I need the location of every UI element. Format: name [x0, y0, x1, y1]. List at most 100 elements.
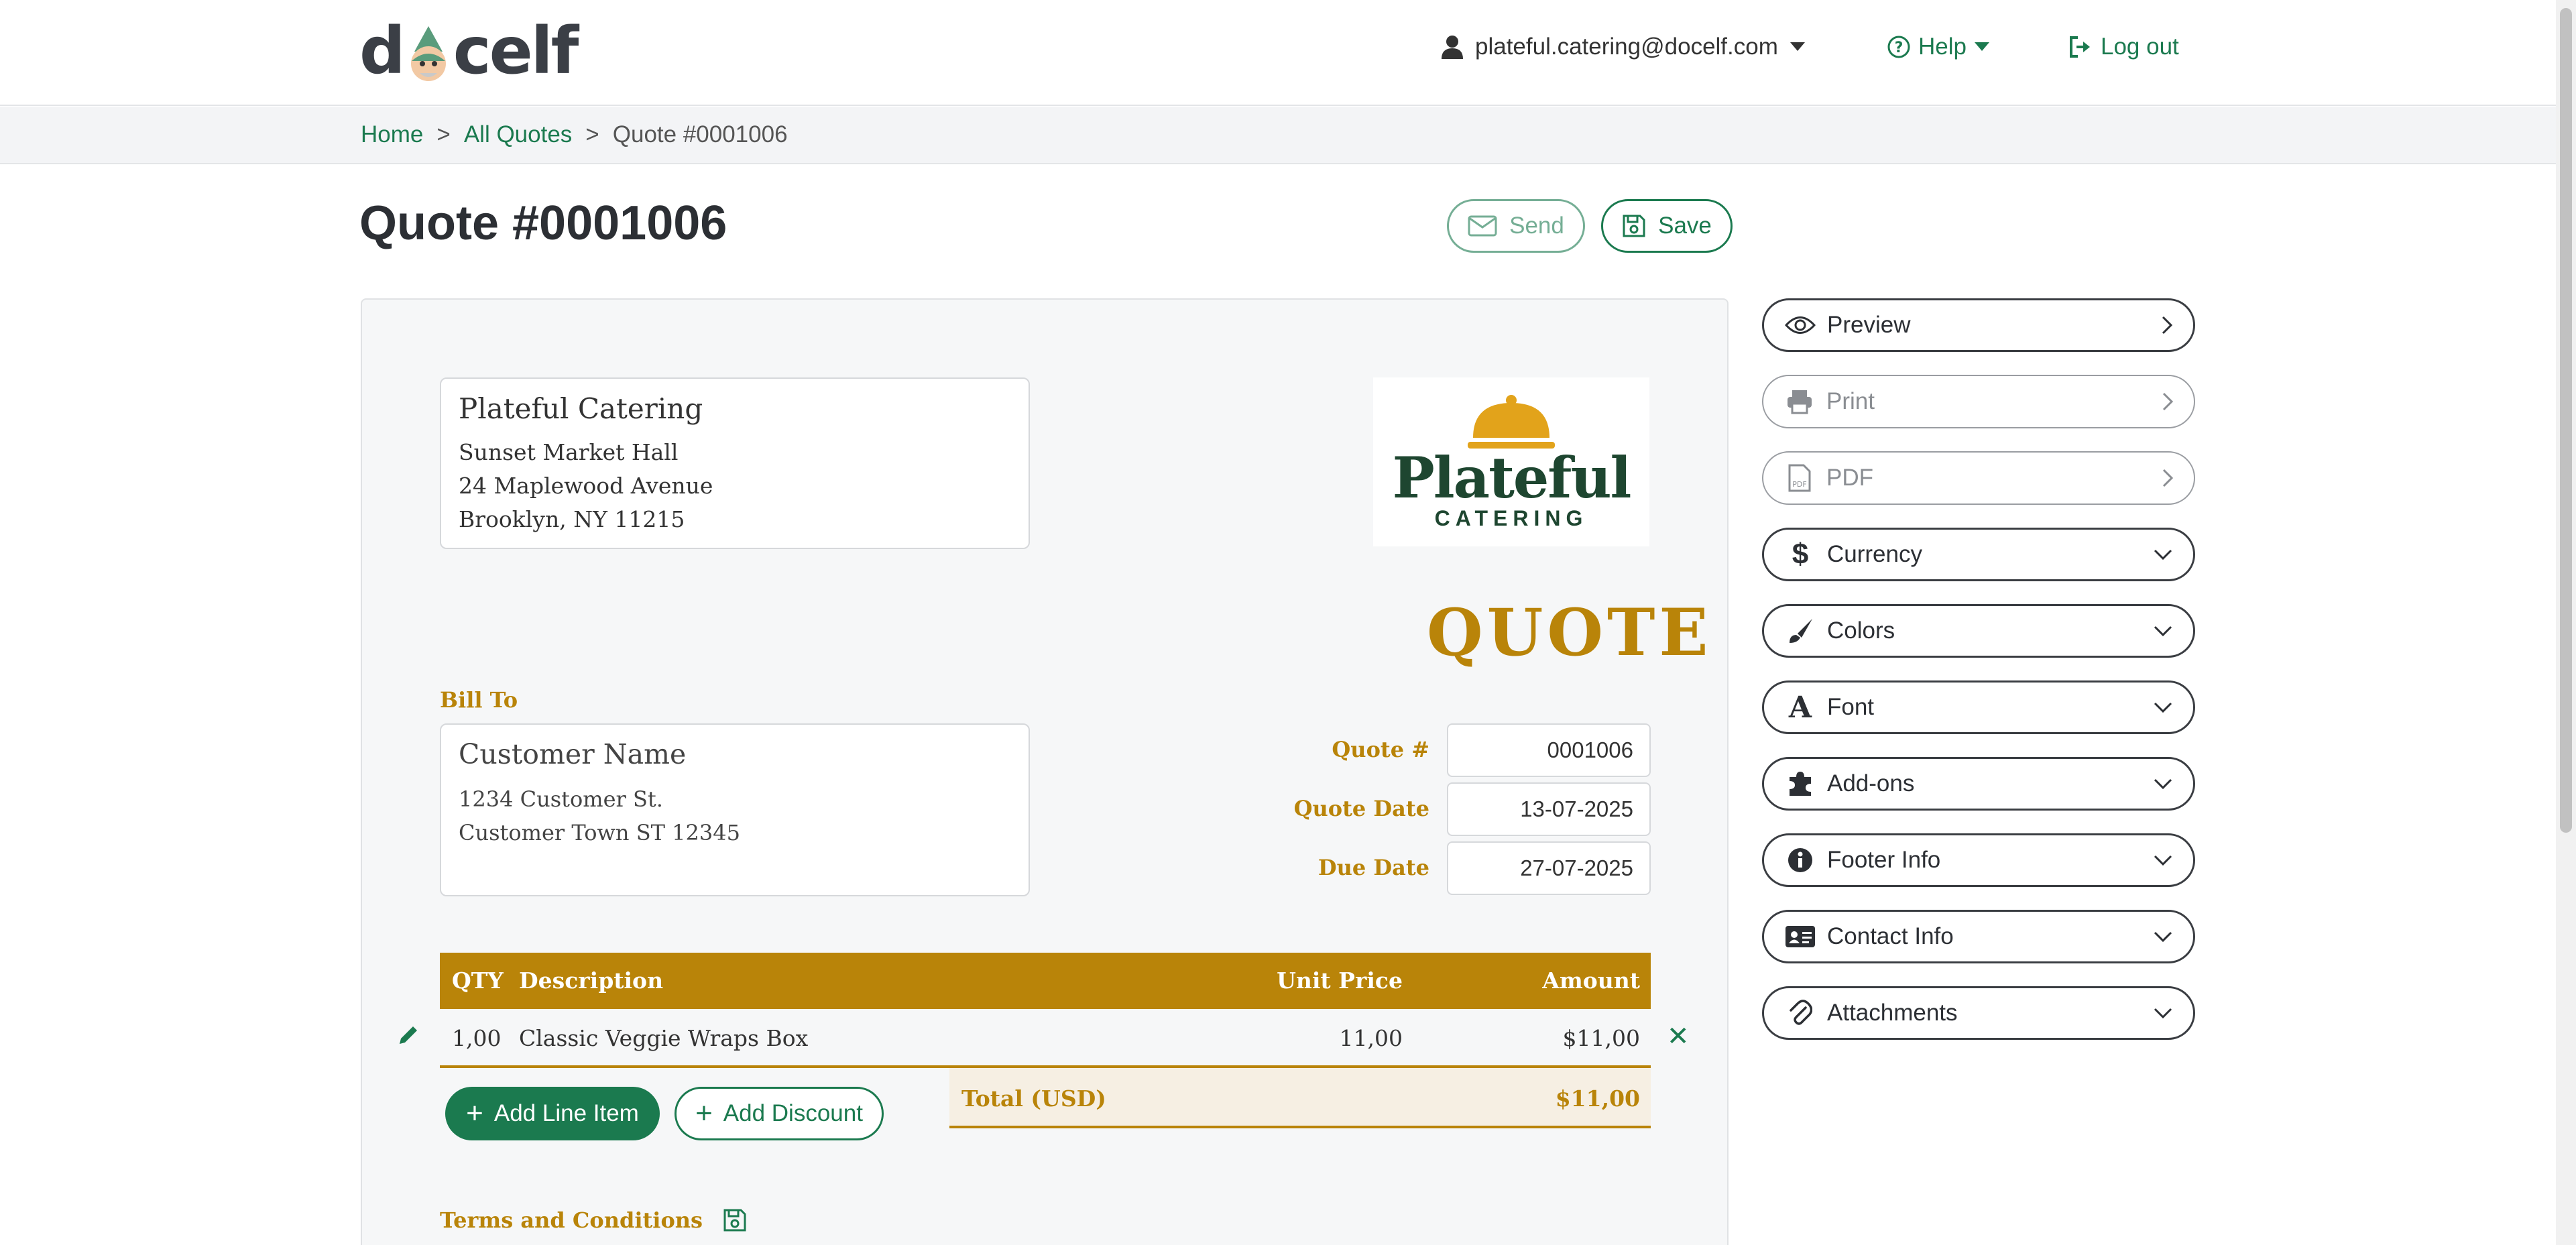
customer-line: Customer Town ST 12345	[459, 820, 740, 845]
sidebar-item-pdf[interactable]: PDF PDF	[1762, 451, 2195, 505]
sidebar-item-colors[interactable]: Colors	[1762, 604, 2195, 658]
sidebar-item-preview[interactable]: Preview	[1762, 298, 2195, 352]
chevron-down-icon	[2154, 702, 2172, 713]
breadcrumb-home[interactable]: Home	[361, 121, 423, 148]
quote-number-label: Quote #	[1332, 737, 1429, 762]
floppy-disk-icon	[1623, 215, 1645, 237]
row-description: Classic Veggie Wraps Box	[519, 1025, 809, 1051]
chevron-right-icon	[2162, 469, 2174, 487]
row-qty: 1,00	[452, 1025, 502, 1051]
total-value: $11,00	[1555, 1085, 1640, 1112]
question-circle-icon: ?	[1887, 36, 1910, 58]
sidebar-item-label: Font	[1827, 694, 1875, 720]
sidebar-item-label: Footer Info	[1827, 847, 1941, 873]
sidebar-item-label: PDF	[1826, 465, 1873, 491]
add-line-item-button[interactable]: + Add Line Item	[445, 1087, 660, 1140]
page-title: Quote #0001006	[359, 196, 727, 250]
quote-number-field[interactable]: 0001006	[1447, 723, 1651, 777]
sidebar-item-add-ons[interactable]: Add-ons	[1762, 757, 2195, 811]
sidebar-item-label: Contact Info	[1827, 923, 1954, 949]
chevron-down-icon	[2154, 1008, 2172, 1019]
sidebar-item-label: Colors	[1827, 617, 1895, 644]
envelope-icon	[1468, 215, 1497, 237]
row-amount: $11,00	[1562, 1025, 1640, 1051]
chevron-right-icon	[2162, 392, 2174, 411]
id-card-icon	[1784, 925, 1816, 948]
svg-text:?: ?	[1895, 40, 1904, 56]
logout-label: Log out	[2101, 34, 2179, 60]
breadcrumb-all-quotes[interactable]: All Quotes	[464, 121, 572, 148]
total-label: Total (USD)	[961, 1085, 1106, 1112]
help-menu[interactable]: ? Help	[1887, 34, 1989, 60]
sender-address-box[interactable]: Plateful Catering Sunset Market Hall 24 …	[440, 377, 1030, 549]
chevron-down-icon	[2154, 855, 2172, 866]
table-row[interactable]: 1,00 Classic Veggie Wraps Box 11,00 $11,…	[440, 1009, 1651, 1068]
document-type-heading: QUOTE	[1427, 595, 1712, 670]
chevron-right-icon	[2162, 316, 2173, 335]
logout-link[interactable]: Log out	[2068, 34, 2179, 60]
breadcrumb-separator: >	[585, 121, 599, 147]
quote-document: Plateful Catering Sunset Market Hall 24 …	[361, 298, 1729, 1245]
terms-section: Terms and Conditions	[440, 1207, 747, 1233]
sidebar-item-font[interactable]: A Font	[1762, 680, 2195, 734]
customer-line: 1234 Customer St.	[459, 786, 663, 812]
pencil-icon[interactable]	[397, 1024, 420, 1047]
font-icon: A	[1788, 690, 1812, 725]
company-logo[interactable]: Plateful CATERING	[1373, 377, 1649, 546]
info-circle-icon	[1784, 847, 1816, 874]
add-discount-label: Add Discount	[723, 1100, 863, 1126]
scrollbar-thumb[interactable]	[2560, 8, 2572, 833]
quote-date-field[interactable]: 13-07-2025	[1447, 782, 1651, 836]
sidebar-item-attachments[interactable]: Attachments	[1762, 986, 2195, 1040]
sidebar-item-footer-info[interactable]: Footer Info	[1762, 833, 2195, 887]
user-menu[interactable]: plateful.catering@docelf.com	[1442, 34, 1805, 60]
delete-row-icon[interactable]: ✕	[1667, 1021, 1690, 1052]
send-label: Send	[1509, 213, 1564, 239]
sidebar-item-contact-info[interactable]: Contact Info	[1762, 910, 2195, 963]
breadcrumb-separator: >	[436, 121, 451, 147]
sender-line: Brooklyn, NY 11215	[459, 506, 685, 532]
row-unit-price: 11,00	[1339, 1025, 1403, 1051]
paintbrush-icon	[1784, 617, 1816, 644]
floppy-disk-icon[interactable]	[723, 1208, 747, 1232]
logout-icon	[2070, 36, 2090, 58]
description-header: Description	[519, 967, 664, 994]
sender-line: 24 Maplewood Avenue	[459, 473, 713, 499]
save-button[interactable]: Save	[1601, 199, 1733, 253]
sender-name: Plateful Catering	[459, 392, 703, 425]
line-items-header: QTY Description Unit Price Amount	[440, 953, 1651, 1009]
docelf-logo[interactable]: docelf d celf	[359, 13, 579, 88]
quote-date-label: Quote Date	[1293, 796, 1429, 821]
due-date-field[interactable]: 27-07-2025	[1447, 841, 1651, 895]
user-icon	[1442, 36, 1463, 59]
sidebar-item-label: Currency	[1827, 541, 1922, 567]
sidebar-item-label: Preview	[1827, 312, 1911, 338]
pdf-file-icon: PDF	[1783, 464, 1816, 492]
add-discount-button[interactable]: + Add Discount	[675, 1087, 884, 1140]
send-button[interactable]: Send	[1447, 199, 1585, 253]
bill-to-address-box[interactable]: Customer Name 1234 Customer St. Customer…	[440, 723, 1030, 896]
sidebar-item-label: Attachments	[1827, 1000, 1958, 1026]
top-navbar: docelf d celf plateful.catering@docelf.c…	[0, 0, 2576, 106]
sidebar-item-currency[interactable]: $ Currency	[1762, 528, 2195, 581]
logo-word-plateful: Plateful	[1392, 444, 1632, 511]
customer-name: Customer Name	[459, 738, 687, 770]
plus-icon: +	[466, 1097, 483, 1130]
total-row: Total (USD) $11,00	[949, 1068, 1651, 1128]
add-line-item-label: Add Line Item	[493, 1100, 639, 1126]
chevron-down-icon	[2154, 549, 2172, 560]
amount-header: Amount	[1542, 967, 1640, 994]
svg-text:PDF: PDF	[1792, 480, 1806, 489]
plus-icon: +	[695, 1097, 713, 1130]
dollar-icon: $	[1792, 538, 1809, 571]
breadcrumb-bar: Home > All Quotes > Quote #0001006	[0, 107, 2576, 164]
eye-icon	[1784, 315, 1816, 335]
sidebar-item-label: Print	[1826, 388, 1875, 414]
logo-word-catering: CATERING	[1434, 506, 1588, 530]
help-label: Help	[1918, 34, 1967, 60]
breadcrumb-current: Quote #0001006	[612, 121, 788, 147]
sidebar-item-print[interactable]: Print	[1762, 375, 2195, 428]
breadcrumb: Home > All Quotes > Quote #0001006	[361, 121, 788, 148]
paperclip-icon	[1784, 1000, 1816, 1026]
terms-label: Terms and Conditions	[440, 1207, 703, 1233]
